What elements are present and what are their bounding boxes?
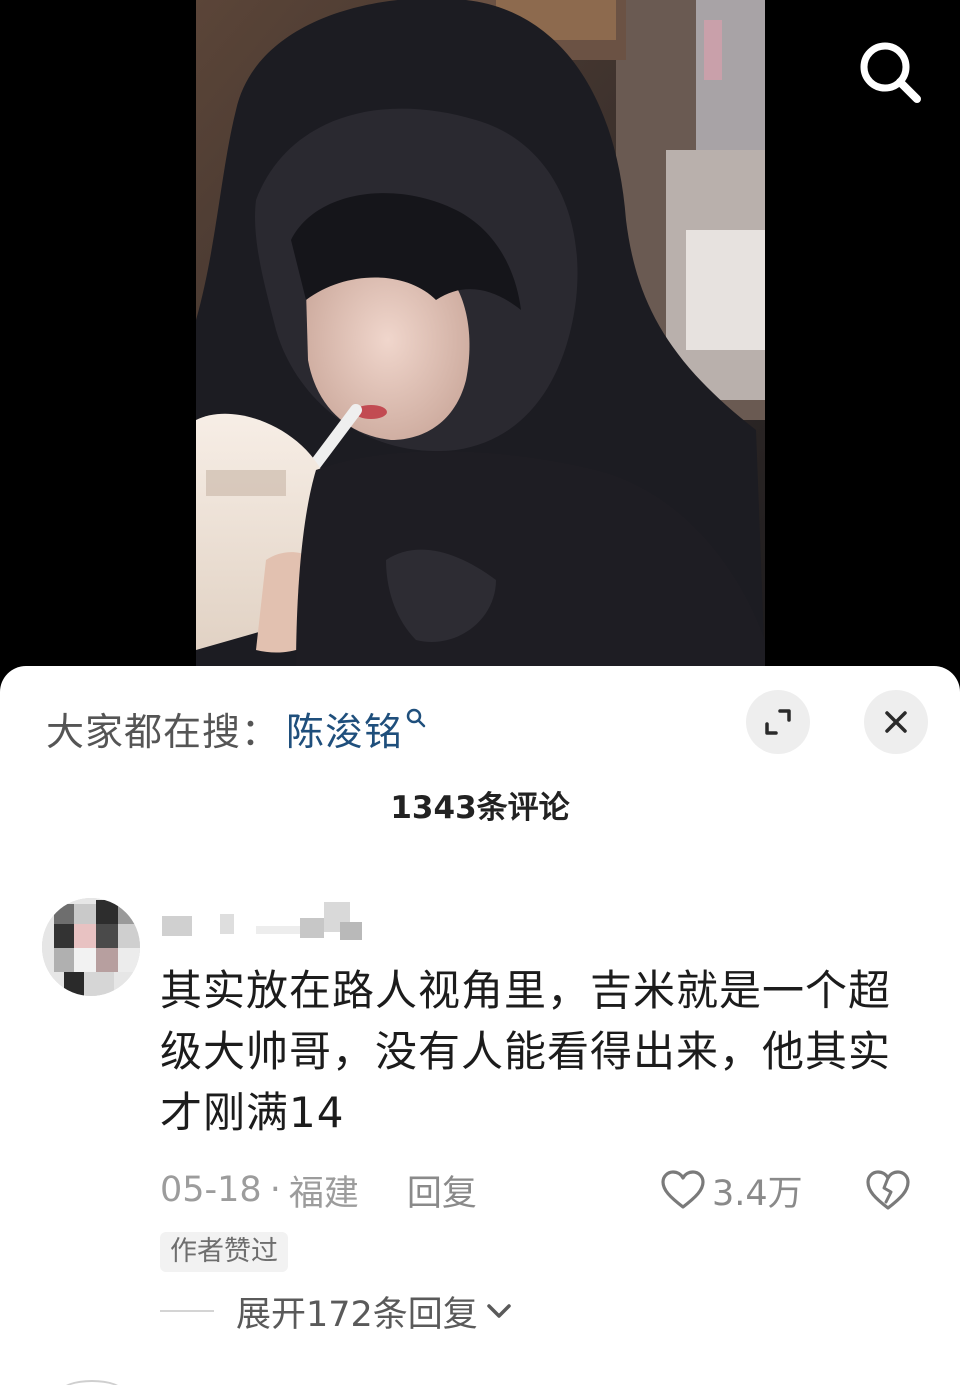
- comment-screen: 大家都在搜： 陈浚铭 1343条评论 其实放在路人视角里，吉米就是一个超级大帅哥…: [0, 0, 960, 1385]
- search-icon: [860, 42, 921, 103]
- like-button[interactable]: 3.4万: [660, 1166, 803, 1214]
- dislike-button[interactable]: [864, 1168, 912, 1212]
- reply-button[interactable]: 回复: [407, 1165, 477, 1216]
- username-pixelated: [162, 902, 362, 940]
- avatar[interactable]: [42, 898, 140, 996]
- expand-replies-button[interactable]: 展开172条回复: [236, 1286, 514, 1336]
- search-small-icon: [406, 708, 426, 728]
- comment-meta: 05-18 · 福建 回复: [160, 1166, 477, 1214]
- heart-icon: [661, 1170, 705, 1209]
- trending-search-term[interactable]: 陈浚铭: [286, 701, 403, 756]
- avatar-image-blurred: [42, 898, 140, 996]
- meta-separator: ·: [269, 1170, 281, 1210]
- video-player[interactable]: [0, 0, 960, 690]
- chevron-down-icon: [487, 1304, 511, 1318]
- video-still-image: [196, 0, 765, 670]
- close-button[interactable]: [864, 690, 928, 754]
- author-liked-badge: 作者赞过: [160, 1232, 288, 1272]
- comment-date: 05-18: [160, 1170, 262, 1210]
- trending-prefix: 大家都在搜：: [46, 709, 281, 754]
- video-frame: [196, 0, 765, 670]
- expand-replies-label: 展开172条回复: [236, 1294, 478, 1335]
- trending-search-bar[interactable]: 大家都在搜： 陈浚铭: [46, 700, 427, 756]
- broken-heart-icon: [866, 1170, 910, 1210]
- like-count: 3.4万: [712, 1173, 803, 1214]
- expand-divider: [160, 1310, 214, 1312]
- search-button[interactable]: [852, 34, 928, 110]
- expand-button[interactable]: [746, 690, 810, 754]
- username-blurred[interactable]: [160, 896, 370, 950]
- expand-icon: [765, 709, 791, 735]
- comment-count-title: 1343条评论: [390, 790, 570, 826]
- close-icon: [885, 711, 907, 733]
- comment-text: 其实放在路人视角里，吉米就是一个超级大帅哥，没有人能看得出来，他其实才刚满14: [160, 966, 892, 1137]
- comment-location: 福建: [288, 1173, 359, 1214]
